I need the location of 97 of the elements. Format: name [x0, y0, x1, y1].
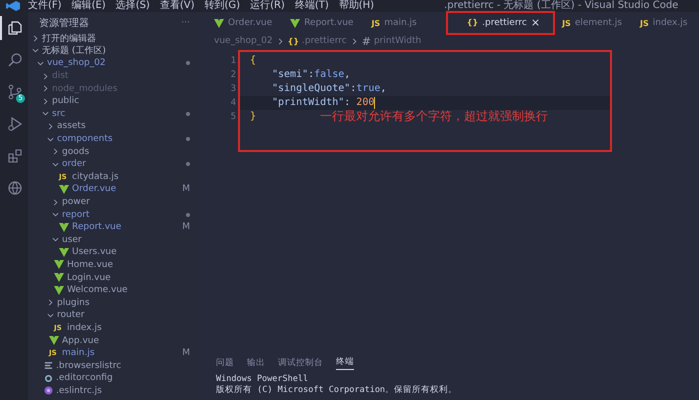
folder-name[interactable]: public [52, 96, 190, 106]
menu-item[interactable]: 转到(G) [204, 0, 240, 12]
file-name[interactable]: .eslintrc.js [56, 386, 190, 396]
change-dot [186, 162, 190, 166]
folder-name[interactable]: report [62, 210, 183, 220]
vue-icon [59, 184, 69, 194]
menu-item[interactable]: 查看(V) [160, 0, 194, 12]
text-cursor [374, 97, 376, 109]
vue-icon [290, 18, 300, 28]
menu-item[interactable]: 帮助(H) [338, 0, 374, 12]
code-line: "semi":false, [271, 68, 350, 82]
separator-icon [350, 38, 358, 44]
braces-icon: {} [466, 18, 478, 27]
line-number: 5 [230, 111, 236, 124]
globe-icon [7, 180, 23, 196]
code-line: } [249, 110, 256, 124]
breadcrumb-item[interactable]: printWidth [374, 36, 422, 46]
panel-tab[interactable]: 终端 [336, 356, 354, 370]
menu-item[interactable]: 编辑(E) [72, 0, 106, 12]
panel-tab[interactable]: 问题 [216, 356, 234, 370]
code-line: "printWidth": 200 [271, 96, 374, 110]
change-dot [186, 112, 190, 116]
line-number: 3 [230, 83, 236, 96]
line-number: 2 [230, 69, 236, 82]
menu-item[interactable]: 运行(R) [250, 0, 285, 12]
panel-tab[interactable]: 调试控制台 [278, 356, 323, 370]
line-number: 4 [230, 97, 236, 110]
change-dot [186, 212, 190, 217]
file-name[interactable]: Order.vue [72, 184, 180, 194]
file-name[interactable]: Users.vue [72, 247, 190, 258]
gear-icon [44, 374, 53, 383]
js-file-icon: JS [371, 18, 380, 28]
folder-name[interactable]: user [62, 234, 190, 245]
file-name[interactable]: index.js [67, 322, 190, 333]
folder-name[interactable]: src [52, 108, 183, 119]
js-file-icon: JS [562, 18, 571, 28]
sidebar-title: 资源管理器 [39, 17, 89, 30]
close-icon[interactable]: × [530, 16, 540, 29]
chevron-icon [52, 236, 59, 244]
folder-name[interactable]: power [62, 197, 190, 208]
circle-icon [44, 386, 53, 396]
change-dot [186, 137, 190, 142]
code-line: "singleQuote":true, [271, 82, 386, 96]
braces-icon: {} [288, 36, 300, 46]
file-name[interactable]: Home.vue [67, 260, 190, 270]
vue-icon [214, 18, 224, 28]
hash-icon: # [362, 34, 371, 48]
breadcrumb-item[interactable]: vue_shop_02 [214, 36, 273, 46]
app-logo-icon [6, 1, 20, 11]
folder-name[interactable]: vue_shop_02 [47, 58, 183, 68]
file-name[interactable]: App.vue [62, 336, 190, 346]
section-header[interactable]: 打开的编辑器 [42, 32, 190, 45]
file-name[interactable]: .browserslistrc [56, 360, 190, 371]
js-file-icon: JS [640, 18, 649, 28]
line-number: 1 [230, 55, 236, 68]
section-header[interactable]: 无标题 (工作区) [42, 44, 190, 58]
editor-tab[interactable]: JS element.js [558, 12, 636, 34]
editor-tab[interactable]: Report.vue [286, 12, 368, 34]
window-title: .prettierrc - 无标题 (工作区) - Visual Studio Code [444, 0, 678, 12]
vue-icon [59, 222, 69, 232]
modified-status: M [182, 348, 190, 358]
search-icon [7, 52, 23, 68]
extensions-icon [7, 148, 23, 164]
file-name[interactable]: Login.vue [67, 272, 190, 283]
file-name[interactable]: main.js [62, 348, 180, 358]
editor-tab[interactable]: JS main.js [367, 12, 431, 34]
editor-tab[interactable]: Order.vue [210, 12, 286, 34]
files-icon [7, 20, 23, 36]
code-line: { [249, 54, 256, 68]
branch-icon [7, 84, 23, 100]
folder-name[interactable]: goods [62, 146, 190, 157]
folder-name[interactable]: order [62, 159, 183, 170]
editor-tab[interactable]: {} .prettierrc × [446, 12, 554, 34]
terminal-line: 版权所有 (C) Microsoft Corporation。保留所有权利。 [216, 385, 458, 396]
breadcrumb-item[interactable]: .prettierrc [302, 36, 347, 46]
terminal-line: Windows PowerShell [216, 374, 310, 385]
folder-name[interactable]: router [57, 310, 190, 320]
folder-name[interactable]: plugins [57, 298, 190, 308]
file-name[interactable]: citydata.js [72, 172, 190, 182]
lines-icon [44, 361, 53, 370]
vue-icon [49, 336, 59, 346]
modified-status: M [182, 222, 190, 232]
modified-status: M [182, 184, 190, 194]
panel-tab[interactable]: 输出 [247, 356, 265, 370]
editor-tab[interactable]: JS index.js [636, 12, 699, 34]
annotation-text: 一行最对允许有多个字符，超过就强制换行 [320, 108, 548, 125]
play-icon [7, 116, 23, 132]
change-dot [186, 61, 190, 66]
folder-name[interactable]: components [57, 134, 183, 144]
more-actions-button[interactable]: ··· [181, 18, 190, 28]
file-name[interactable]: .editorconfig [56, 373, 190, 384]
file-name[interactable]: Report.vue [72, 222, 180, 232]
menu-item[interactable]: 终端(T) [294, 0, 329, 12]
separator-icon [276, 38, 284, 44]
file-name[interactable]: Welcome.vue [67, 285, 190, 296]
menu-item[interactable]: 选择(S) [116, 0, 150, 12]
folder-name[interactable]: assets [57, 121, 190, 132]
